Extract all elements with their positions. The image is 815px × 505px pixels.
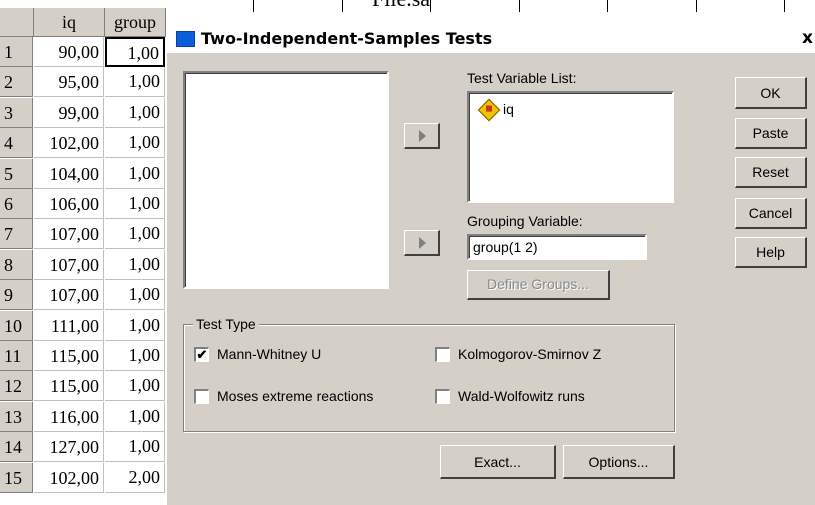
row-number[interactable]: 6 [0,189,33,219]
window-icon [176,31,195,47]
two-independent-samples-dialog: Two-Independent-Samples Tests x Test Var… [166,24,815,505]
exact-button[interactable]: Exact... [440,445,556,479]
row-number[interactable]: 4 [0,128,33,158]
column-divider [696,0,697,12]
cell-iq[interactable]: 107,00 [34,219,104,249]
variable-name: iq [503,101,514,117]
row-number[interactable]: 8 [0,250,33,280]
wald-wolfowitz-checkbox[interactable] [435,389,450,404]
cell-iq[interactable]: 104,00 [34,159,104,189]
test-variable-list[interactable]: iq [467,91,674,203]
cell-group[interactable]: 1,00 [105,402,165,432]
window-caption: File.sa [372,0,430,12]
cell-iq[interactable]: 107,00 [34,250,104,280]
cell-group[interactable]: 1,00 [105,280,165,310]
dialog-titlebar[interactable]: Two-Independent-Samples Tests x [167,25,815,53]
cell-iq[interactable]: 90,00 [34,37,104,67]
cell-group[interactable]: 1,00 [105,37,165,67]
row-number[interactable]: 7 [0,219,33,249]
column-divider [607,0,608,12]
row-number[interactable]: 15 [0,463,33,493]
define-groups-button[interactable]: Define Groups... [467,270,610,300]
cell-iq[interactable]: 95,00 [34,67,104,97]
column-divider [253,0,254,12]
test-type-label: Test Type [193,316,259,332]
move-to-grouping-button[interactable] [404,230,440,256]
row-number[interactable]: 12 [0,371,33,401]
cell-group[interactable]: 1,00 [105,159,165,189]
test-variable-label: Test Variable List: [467,70,577,86]
list-item[interactable]: iq [469,93,669,123]
right-arrow-icon [419,130,426,142]
cell-group[interactable]: 1,00 [105,67,165,97]
row-number[interactable]: 14 [0,432,33,462]
reset-button[interactable]: Reset [735,157,807,188]
column-header-group[interactable]: group [105,8,166,37]
scale-variable-icon [477,98,501,122]
grouping-variable-label: Grouping Variable: [467,213,583,229]
row-number[interactable]: 1 [0,37,33,67]
help-button[interactable]: Help [735,237,807,268]
column-header-iq[interactable]: iq [34,8,105,37]
cell-group[interactable]: 1,00 [105,250,165,280]
move-to-test-list-button[interactable] [404,123,440,149]
cell-iq[interactable]: 106,00 [34,189,104,219]
column-divider [342,0,343,12]
grouping-variable-field[interactable]: group(1 2) [467,234,647,260]
options-button[interactable]: Options... [563,445,675,479]
column-divider [784,0,785,12]
row-number[interactable]: 11 [0,341,33,371]
column-divider [430,0,431,12]
cell-group[interactable]: 1,00 [105,341,165,371]
source-variable-list[interactable] [183,71,389,289]
dialog-title: Two-Independent-Samples Tests [201,29,493,48]
row-number[interactable]: 13 [0,402,33,432]
row-number[interactable]: 9 [0,280,33,310]
cell-group[interactable]: 1,00 [105,219,165,249]
cell-group[interactable]: 2,00 [105,463,165,493]
cell-group[interactable]: 1,00 [105,371,165,401]
cell-group[interactable]: 1,00 [105,311,165,341]
right-arrow-icon [419,237,426,249]
cell-iq[interactable]: 127,00 [34,432,104,462]
cell-iq[interactable]: 107,00 [34,280,104,310]
kolmogorov-smirnov-checkbox[interactable] [435,347,450,362]
test-type-group [183,324,675,432]
ok-button[interactable]: OK [735,77,807,109]
cell-group[interactable]: 1,00 [105,128,165,158]
row-number[interactable]: 5 [0,159,33,189]
moses-label: Moses extreme reactions [217,388,374,404]
grouping-variable-value: group(1 2) [473,239,538,255]
corner-header [0,8,34,37]
cell-iq[interactable]: 111,00 [34,311,104,341]
cell-iq[interactable]: 102,00 [34,128,104,158]
cell-iq[interactable]: 116,00 [34,402,104,432]
cancel-button[interactable]: Cancel [735,198,807,229]
cell-group[interactable]: 1,00 [105,98,165,128]
moses-checkbox[interactable] [194,389,209,404]
mann-whitney-checkbox[interactable]: ✔ [194,347,209,362]
cell-iq[interactable]: 102,00 [34,463,104,493]
cell-iq[interactable]: 115,00 [34,341,104,371]
row-number[interactable]: 10 [0,311,33,341]
cell-iq[interactable]: 99,00 [34,98,104,128]
cell-group[interactable]: 1,00 [105,432,165,462]
wald-wolfowitz-label: Wald-Wolfowitz runs [458,388,585,404]
row-number[interactable]: 2 [0,67,33,97]
mann-whitney-label: Mann-Whitney U [217,346,322,362]
close-button[interactable]: x [802,28,813,48]
cell-iq[interactable]: 115,00 [34,371,104,401]
cell-group[interactable]: 1,00 [105,189,165,219]
column-divider [519,0,520,12]
paste-button[interactable]: Paste [735,118,807,149]
kolmogorov-smirnov-label: Kolmogorov-Smirnov Z [458,346,602,362]
row-number[interactable]: 3 [0,98,33,128]
